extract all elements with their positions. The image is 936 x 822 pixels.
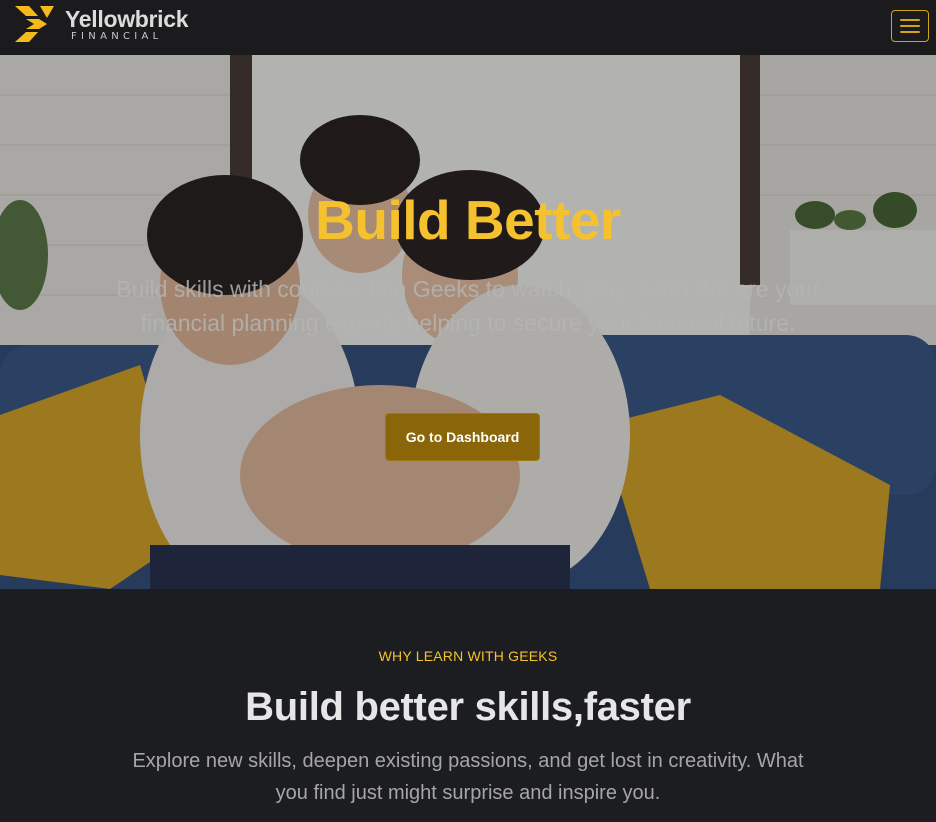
why-learn-section: WHY LEARN WITH GEEKS Build better skills… [0, 589, 936, 822]
hero-section: Build Better Build skills with courses J… [0, 55, 936, 589]
hero-title: Build Better [315, 189, 621, 251]
brand-name: Yellowbrick [65, 6, 189, 32]
brand-subtitle: FINANCIAL [71, 31, 163, 42]
section-title: Build better skills,faster [245, 685, 691, 729]
brand-logo-link[interactable]: Yellowbrick FINANCIAL [13, 6, 189, 43]
hero-subtitle: Build skills with courses Join Geeks to … [116, 276, 820, 336]
section-description: Explore new skills, deepen existing pass… [132, 750, 804, 804]
section-eyebrow: WHY LEARN WITH GEEKS [378, 648, 558, 664]
hamburger-menu-button[interactable] [891, 10, 929, 42]
hamburger-menu-icon [900, 19, 920, 21]
top-navbar: Yellowbrick FINANCIAL [0, 0, 936, 55]
go-to-dashboard-button[interactable]: Go to Dashboard [385, 413, 540, 461]
yellowbrick-chevron-logo-icon [15, 6, 54, 42]
